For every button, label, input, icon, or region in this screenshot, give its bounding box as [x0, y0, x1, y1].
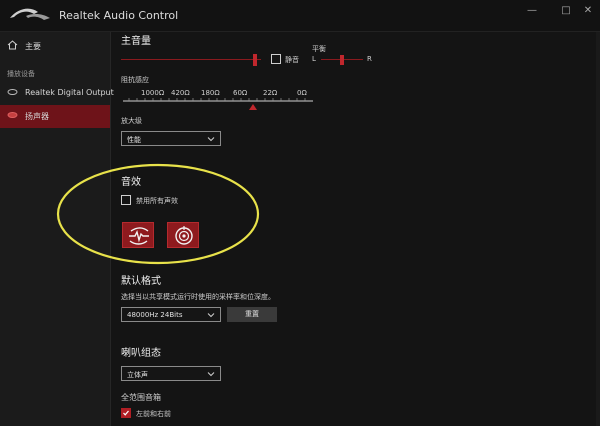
impedance-tick-label: 0Ω	[297, 89, 307, 97]
title-bar: Realtek Audio Control — □ ✕	[0, 0, 600, 32]
impedance-tick-label: 22Ω	[263, 89, 278, 97]
amplifier-dropdown[interactable]: 性能	[121, 131, 221, 146]
impedance-title: 阻抗感应	[121, 76, 149, 84]
main-volume-slider[interactable]	[121, 54, 261, 66]
chevron-down-icon	[207, 372, 215, 377]
front-left-right-label: 左前和右前	[136, 410, 171, 418]
front-left-right-checkbox[interactable]	[121, 408, 131, 418]
main-volume-title: 主音量	[121, 36, 151, 47]
speaker-config-dropdown[interactable]: 立体声	[121, 366, 221, 381]
default-format-selected: 48000Hz 24Bits	[127, 311, 183, 319]
home-icon	[7, 40, 18, 50]
impedance-marker	[249, 104, 257, 110]
minimize-button[interactable]: —	[522, 5, 542, 16]
sidebar-item-label: 扬声器	[25, 112, 49, 121]
speaker-output-icon	[7, 89, 18, 95]
impedance-tick-label: 60Ω	[233, 89, 248, 97]
sidebar-item-label: 主要	[25, 42, 41, 51]
mute-checkbox[interactable]	[271, 54, 281, 64]
amplifier-title: 放大级	[121, 117, 142, 125]
balance-label: 平衡	[312, 45, 326, 53]
check-icon	[123, 410, 129, 416]
chevron-down-icon	[207, 137, 215, 142]
sidebar-item-speakers[interactable]: 扬声器	[0, 105, 110, 128]
default-format-description: 选择当以共享模式运行时使用的采样率和位深度。	[121, 293, 275, 301]
mute-label: 静音	[285, 56, 299, 64]
default-format-title: 默认格式	[121, 276, 161, 287]
default-format-dropdown[interactable]: 48000Hz 24Bits	[121, 307, 221, 322]
full-range-title: 全范围音箱	[121, 393, 161, 402]
chevron-down-icon	[207, 313, 215, 318]
balance-slider[interactable]	[321, 55, 363, 65]
speaker-config-selected: 立体声	[127, 371, 148, 379]
impedance-scale: 1000Ω 420Ω 180Ω 60Ω 22Ω 0Ω	[123, 89, 313, 111]
balance-right-label: R	[367, 55, 372, 63]
impedance-tick-label: 420Ω	[171, 89, 190, 97]
sidebar-item-label: Realtek Digital Output	[25, 88, 114, 97]
annotation-ellipse	[56, 163, 260, 265]
volume-track	[121, 59, 261, 60]
reset-button[interactable]: 重置	[227, 307, 277, 322]
balance-thumb[interactable]	[340, 55, 344, 65]
rog-logo-icon	[10, 8, 50, 20]
scrollbar[interactable]	[596, 32, 600, 426]
sidebar-item-digital-output[interactable]: Realtek Digital Output	[0, 82, 114, 104]
impedance-tick-label: 1000Ω	[141, 89, 165, 97]
sidebar-section-label: 播放设备	[7, 70, 35, 78]
volume-thumb[interactable]	[253, 54, 257, 66]
amplifier-selected: 性能	[127, 136, 141, 144]
maximize-button[interactable]: □	[556, 5, 576, 16]
speaker-icon	[7, 112, 18, 118]
sidebar-item-home[interactable]: 主要	[0, 35, 110, 57]
speaker-config-title: 喇叭组态	[121, 348, 161, 359]
close-button[interactable]: ✕	[578, 5, 598, 16]
balance-left-label: L	[312, 55, 316, 63]
impedance-tick-label: 180Ω	[201, 89, 220, 97]
impedance-ruler	[123, 98, 313, 110]
app-title: Realtek Audio Control	[59, 9, 179, 22]
